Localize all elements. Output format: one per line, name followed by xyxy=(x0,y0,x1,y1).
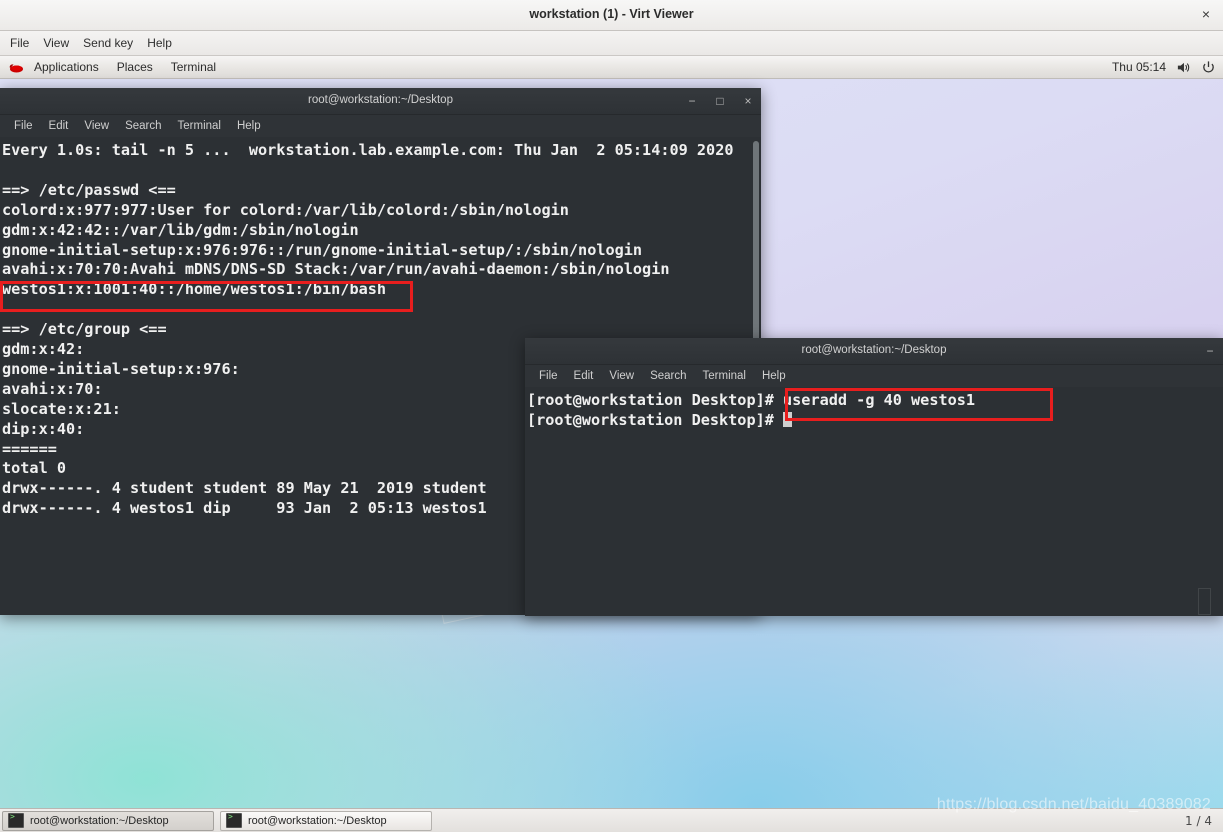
minimize-icon[interactable]: − xyxy=(1205,345,1215,357)
terminal1-line: avahi:x:70:70:Avahi mDNS/DNS-SD Stack:/v… xyxy=(2,260,670,279)
terminal1-line-blank xyxy=(2,300,761,320)
terminal1-line: ==> /etc/passwd <== xyxy=(2,180,176,199)
volume-icon[interactable] xyxy=(1176,60,1191,75)
terminal1-line-highlighted: westos1:x:1001:40::/home/westos1:/bin/ba… xyxy=(2,280,387,299)
taskbar-item-label: root@workstation:~/Desktop xyxy=(248,814,387,827)
app-menubar: File View Send key Help xyxy=(0,31,1223,56)
terminal1-menu-edit[interactable]: Edit xyxy=(41,118,77,134)
terminal2-titlebar[interactable]: root@workstation:~/Desktop − xyxy=(525,338,1223,365)
terminal2-prompt: [root@workstation Desktop]# xyxy=(527,410,784,429)
menu-item-send-key[interactable]: Send key xyxy=(76,33,140,53)
terminal1-line: gnome-initial-setup:x:976:976::/run/gnom… xyxy=(2,240,643,259)
taskbar-item-label: root@workstation:~/Desktop xyxy=(30,814,169,827)
close-icon[interactable]: × xyxy=(743,95,753,107)
taskbar: root@workstation:~/Desktop root@workstat… xyxy=(0,808,1223,832)
terminal2-menu-search[interactable]: Search xyxy=(642,368,694,384)
terminal2-command-line: [root@workstation Desktop]# useradd -g 4… xyxy=(527,391,976,409)
terminal2-output[interactable]: [root@workstation Desktop]# useradd -g 4… xyxy=(525,387,1223,616)
terminal-window-2[interactable]: root@workstation:~/Desktop − File Edit V… xyxy=(525,338,1223,616)
terminal2-menu-file[interactable]: File xyxy=(531,368,566,384)
terminal2-menubar: File Edit View Search Terminal Help xyxy=(525,365,1223,387)
terminal2-menu-help[interactable]: Help xyxy=(754,368,794,384)
terminal2-menu-edit[interactable]: Edit xyxy=(566,368,602,384)
virt-viewer-window: workstation (1) - Virt Viewer × File Vie… xyxy=(0,0,1223,832)
gnome-applications-menu[interactable]: Applications xyxy=(25,58,108,76)
text-cursor xyxy=(783,411,793,427)
terminal1-menu-search[interactable]: Search xyxy=(117,118,169,134)
terminal1-menu-help[interactable]: Help xyxy=(229,118,269,134)
menu-item-file[interactable]: File xyxy=(3,33,36,53)
terminal2-menu-view[interactable]: View xyxy=(601,368,642,384)
terminal-icon xyxy=(8,812,24,828)
taskbar-item-terminal-1[interactable]: root@workstation:~/Desktop xyxy=(2,810,214,831)
terminal1-menu-terminal[interactable]: Terminal xyxy=(170,118,229,134)
terminal1-title: root@workstation:~/Desktop xyxy=(308,94,453,106)
workspace-page-indicator[interactable]: 1 / 4 xyxy=(1185,814,1221,828)
gnome-window-title-terminal[interactable]: Terminal xyxy=(162,58,225,76)
close-icon[interactable]: × xyxy=(1198,7,1214,23)
app-title: workstation (1) - Virt Viewer xyxy=(529,7,694,21)
terminal2-menu-terminal[interactable]: Terminal xyxy=(695,368,754,384)
terminal1-line: Every 1.0s: tail -n 5 ... workstation.la… xyxy=(2,141,734,159)
terminal1-menu-view[interactable]: View xyxy=(76,118,117,134)
power-icon[interactable] xyxy=(1201,60,1216,75)
maximize-icon[interactable]: □ xyxy=(715,95,725,107)
menu-item-help[interactable]: Help xyxy=(140,33,179,53)
terminal-icon xyxy=(226,812,242,828)
taskbar-item-terminal-2[interactable]: root@workstation:~/Desktop xyxy=(220,810,432,831)
gnome-places-menu[interactable]: Places xyxy=(108,58,162,76)
menu-item-view[interactable]: View xyxy=(36,33,76,53)
terminal2-prompt-line: [root@workstation Desktop]# xyxy=(527,411,1223,431)
terminal1-line: colord:x:977:977:User for colord:/var/li… xyxy=(2,200,569,219)
terminal2-title: root@workstation:~/Desktop xyxy=(801,344,947,356)
panel-clock[interactable]: Thu 05:14 xyxy=(1112,60,1166,74)
minimize-icon[interactable]: − xyxy=(687,95,697,107)
app-titlebar: workstation (1) - Virt Viewer × xyxy=(0,0,1223,31)
terminal1-line-blank xyxy=(2,161,761,181)
terminal1-line: gdm:x:42:42::/var/lib/gdm:/sbin/nologin xyxy=(2,220,359,239)
redhat-logo-icon xyxy=(8,60,24,74)
terminal1-titlebar[interactable]: root@workstation:~/Desktop − □ × xyxy=(0,88,761,115)
terminal1-menu-file[interactable]: File xyxy=(6,118,41,134)
gnome-top-panel: Applications Places Terminal Thu 05:14 xyxy=(0,56,1223,79)
resize-grip[interactable] xyxy=(1198,588,1211,615)
terminal1-menubar: File Edit View Search Terminal Help xyxy=(0,115,761,137)
